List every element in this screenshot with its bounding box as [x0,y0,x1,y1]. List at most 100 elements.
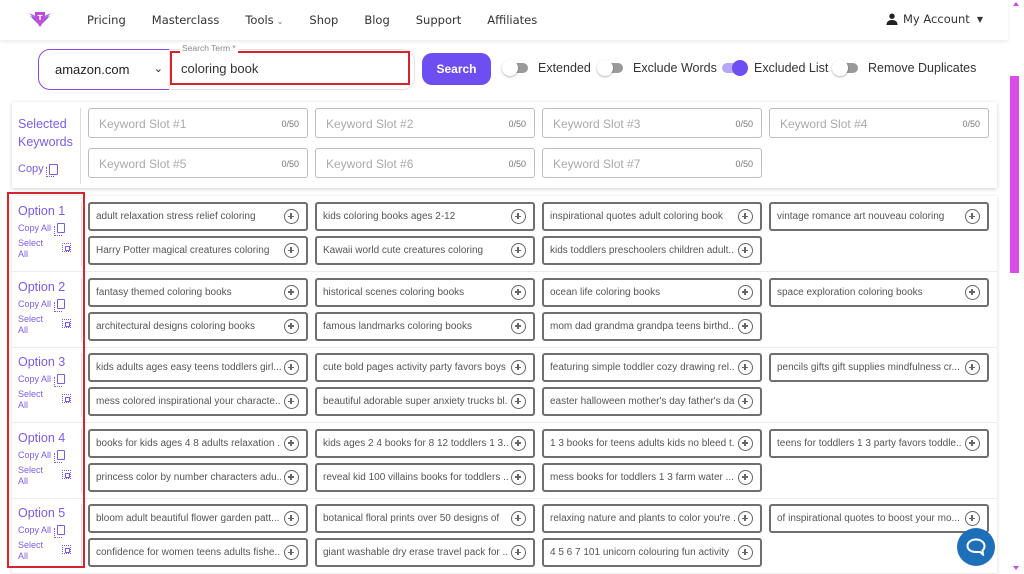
add-circle-icon[interactable] [965,435,980,451]
add-circle-icon[interactable] [284,243,299,258]
keyword-suggestion[interactable]: inspirational quotes adult coloring book [542,202,762,231]
keyword-slot-4[interactable]: Keyword Slot #4 0/50 [769,108,989,138]
keyword-suggestion[interactable]: kids adults ages easy teens toddlers gir… [88,353,308,382]
add-circle-icon[interactable] [738,511,753,526]
keyword-suggestion[interactable]: famous landmarks coloring books [315,311,535,341]
copy-all-button[interactable]: Copy All [18,374,66,387]
add-circle-icon[interactable] [284,545,299,560]
add-circle-icon[interactable] [511,511,526,526]
nav-shop[interactable]: Shop [309,13,338,27]
keyword-slot-5[interactable]: Keyword Slot #5 0/50 [88,148,308,178]
select-all-button[interactable]: Select All [18,238,78,260]
keyword-suggestion[interactable]: relaxing nature and plants to color you'… [542,504,762,533]
copy-all-button[interactable]: Copy All [18,223,66,236]
add-circle-icon[interactable] [738,360,753,375]
keyword-suggestion[interactable]: architectural designs coloring books [88,311,308,341]
copy-all-button[interactable]: Copy All [18,449,66,463]
add-circle-icon[interactable] [738,284,753,300]
keyword-suggestion[interactable]: mom dad grandma grandpa teens birthd... [542,311,762,341]
keyword-suggestion[interactable]: of inspirational quotes to boost your mo… [769,504,989,533]
keyword-suggestion[interactable]: vintage romance art nouveau coloring [769,202,989,231]
scroll-up-arrow[interactable] [1013,2,1019,6]
add-circle-icon[interactable] [511,243,526,258]
select-all-button[interactable]: Select All [18,540,78,562]
add-circle-icon[interactable] [511,435,526,451]
keyword-suggestion[interactable]: princess color by number characters adu.… [88,462,308,492]
add-circle-icon[interactable] [738,243,753,258]
add-circle-icon[interactable] [738,435,753,451]
add-circle-icon[interactable] [738,209,753,224]
keyword-suggestion[interactable]: kids coloring books ages 2-12 [315,202,535,231]
add-circle-icon[interactable] [738,394,753,409]
add-circle-icon[interactable] [511,284,526,300]
add-circle-icon[interactable] [511,394,526,409]
add-circle-icon[interactable] [965,209,980,224]
search-button[interactable]: Search [422,53,491,85]
keyword-suggestion[interactable]: fantasy themed coloring books [88,277,308,307]
keyword-suggestion[interactable]: ocean life coloring books [542,277,762,307]
nav-affiliates[interactable]: Affiliates [487,13,537,27]
keyword-suggestion[interactable]: 4 5 6 7 101 unicorn colouring fun activi… [542,538,762,567]
copy-all-button[interactable]: Copy All [18,525,66,538]
keyword-suggestion[interactable]: 1 3 books for teens adults kids no bleed… [542,428,762,458]
keyword-suggestion[interactable]: botanical floral prints over 50 designs … [315,504,535,533]
search-term-input[interactable] [170,51,410,85]
keyword-suggestion[interactable]: space exploration coloring books [769,277,989,307]
keyword-suggestion[interactable]: kids toddlers preschoolers children adul… [542,236,762,265]
add-circle-icon[interactable] [284,394,299,409]
toggle-excluded-list[interactable]: Excluded List [722,60,828,76]
nav-masterclass[interactable]: Masterclass [152,13,220,27]
add-circle-icon[interactable] [965,360,980,375]
scroll-down-arrow[interactable] [1013,566,1019,570]
add-circle-icon[interactable] [511,318,526,334]
keyword-suggestion[interactable]: cute bold pages activity party favors bo… [315,353,535,382]
add-circle-icon[interactable] [284,435,299,451]
keyword-suggestion[interactable]: beautiful adorable super anxiety trucks … [315,387,535,416]
add-circle-icon[interactable] [511,545,526,560]
select-all-button[interactable]: Select All [18,465,78,487]
marketplace-select[interactable]: amazon.com ⌄ [38,49,170,90]
select-all-button[interactable]: Select All [18,389,78,411]
keyword-suggestion[interactable]: bloom adult beautiful flower garden patt… [88,504,308,533]
keyword-suggestion[interactable]: pencils gifts gift supplies mindfulness … [769,353,989,382]
nav-tools[interactable]: Tools ⌄ [245,13,283,27]
keyword-slot-1[interactable]: Keyword Slot #1 0/50 [88,108,308,138]
add-circle-icon[interactable] [511,360,526,375]
toggle-exclude-words[interactable]: Exclude Words [597,60,717,76]
add-circle-icon[interactable] [738,318,753,334]
add-circle-icon[interactable] [284,284,299,300]
keyword-suggestion[interactable]: adult relaxation stress relief coloring [88,202,308,231]
nav-support[interactable]: Support [416,13,461,27]
keyword-suggestion[interactable]: giant washable dry erase travel pack for… [315,538,535,567]
keyword-suggestion[interactable]: Harry Potter magical creatures coloring [88,236,308,265]
select-all-button[interactable]: Select All [18,314,78,336]
keyword-suggestion[interactable]: mess colored inspirational your characte… [88,387,308,416]
add-circle-icon[interactable] [284,511,299,526]
keyword-suggestion[interactable]: Kawaii world cute creatures coloring [315,236,535,265]
add-circle-icon[interactable] [965,284,980,300]
copy-selected-button[interactable]: Copy [18,163,58,177]
scrollbar-thumb[interactable] [1010,76,1019,273]
keyword-suggestion[interactable]: easter halloween mother's day father's d… [542,387,762,416]
add-circle-icon[interactable] [284,360,299,375]
copy-all-button[interactable]: Copy All [18,298,66,312]
add-circle-icon[interactable] [965,511,980,526]
nav-blog[interactable]: Blog [364,13,389,27]
add-circle-icon[interactable] [284,469,299,485]
keyword-slot-2[interactable]: Keyword Slot #2 0/50 [315,108,535,138]
keyword-slot-3[interactable]: Keyword Slot #3 0/50 [542,108,762,138]
logo-icon[interactable]: T [28,7,52,31]
toggle-extended[interactable]: Extended [502,60,591,76]
add-circle-icon[interactable] [511,469,526,485]
add-circle-icon[interactable] [284,209,299,224]
keyword-slot-6[interactable]: Keyword Slot #6 0/50 [315,148,535,178]
keyword-suggestion[interactable]: historical scenes coloring books [315,277,535,307]
keyword-suggestion[interactable]: mess books for toddlers 1 3 farm water .… [542,462,762,492]
chat-button[interactable] [957,528,995,566]
keyword-suggestion[interactable]: featuring simple toddler cozy drawing re… [542,353,762,382]
keyword-suggestion[interactable]: kids ages 2 4 books for 8 12 toddlers 1 … [315,428,535,458]
my-account-menu[interactable]: My Account ▼ [886,12,983,26]
add-circle-icon[interactable] [738,469,753,485]
keyword-suggestion[interactable]: confidence for women teens adults fishe.… [88,538,308,567]
keyword-suggestion[interactable]: teens for toddlers 1 3 party favors todd… [769,428,989,458]
